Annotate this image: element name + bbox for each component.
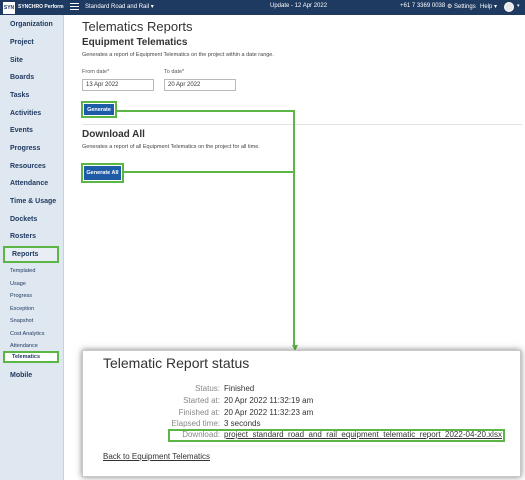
- status-value: Finished: [224, 384, 255, 393]
- update-date: Update - 12 Apr 2022: [270, 3, 328, 9]
- sidebar-item-organization[interactable]: Organization: [3, 16, 59, 33]
- callout-line-generate-all: [123, 171, 295, 173]
- started-at-label: Started at:: [183, 396, 220, 405]
- sidebar-item-project[interactable]: Project: [3, 34, 59, 51]
- equipment-telematics-heading: Equipment Telematics: [82, 37, 188, 48]
- callout-line-vertical: [293, 110, 295, 346]
- logo-text: SYNCHRO Perform: [18, 4, 64, 10]
- chevron-down-icon[interactable]: ▾: [517, 3, 520, 9]
- page-title: Telematics Reports: [82, 19, 193, 34]
- support-phone: +61 7 3369 0038: [400, 3, 446, 9]
- sidebar-item-resources[interactable]: Resources: [3, 158, 59, 175]
- generate-all-button-highlight: Generate All: [81, 163, 124, 183]
- user-avatar[interactable]: [504, 2, 514, 12]
- sidebar-item-tasks[interactable]: Tasks: [3, 87, 59, 104]
- sidebar-item-attendance[interactable]: Attendance: [3, 175, 59, 192]
- to-date-input[interactable]: 20 Apr 2022: [164, 79, 236, 91]
- elapsed-time-label: Elapsed time:: [171, 419, 220, 428]
- sidebar-item-events[interactable]: Events: [3, 122, 59, 139]
- top-bar: SYN SYNCHRO Perform Standard Road and Ra…: [0, 0, 525, 15]
- synchro-logo[interactable]: SYN SYNCHRO Perform: [3, 1, 64, 14]
- project-select[interactable]: Standard Road and Rail ▾: [85, 3, 154, 10]
- sidebar-item-site[interactable]: Site: [3, 52, 59, 69]
- sidebar-subitem-templated[interactable]: Templated: [3, 265, 59, 277]
- download-all-heading: Download All: [82, 129, 145, 140]
- sidebar-subitem-usage[interactable]: Usage: [3, 278, 59, 290]
- finished-at-value: 20 Apr 2022 11:32:23 am: [224, 408, 314, 417]
- sidebar-item-boards[interactable]: Boards: [3, 69, 59, 86]
- sidebar-subitem-progress[interactable]: Progress: [3, 290, 59, 302]
- report-status-title: Telematic Report status: [103, 355, 250, 371]
- generate-button-highlight: Generate: [81, 101, 117, 118]
- download-label: Download:: [182, 430, 220, 439]
- download-all-description: Generates a report of all Equipment Tele…: [82, 144, 260, 150]
- elapsed-time-value: 3 seconds: [224, 419, 261, 428]
- help-menu[interactable]: Help ▾: [480, 3, 497, 10]
- sidebar-item-rosters[interactable]: Rosters: [3, 228, 59, 245]
- generate-all-button[interactable]: Generate All: [84, 166, 121, 180]
- sidebar-item-progress[interactable]: Progress: [3, 140, 59, 157]
- callout-line-generate: [117, 110, 295, 112]
- sidebar: Organization Project Site Boards Tasks A…: [0, 15, 64, 480]
- sidebar-subitem-exception[interactable]: Exception: [3, 303, 59, 315]
- started-at-value: 20 Apr 2022 11:32:19 am: [224, 396, 314, 405]
- hamburger-menu-icon[interactable]: [70, 3, 79, 11]
- to-date-label: To date*: [164, 69, 185, 75]
- settings-link[interactable]: ⚙ Settings: [447, 3, 476, 10]
- from-date-input[interactable]: 13 Apr 2022: [82, 79, 154, 91]
- sidebar-subitem-snapshot[interactable]: Snapshot: [3, 315, 59, 327]
- sidebar-subitem-telematics[interactable]: Telematics: [3, 351, 59, 363]
- sidebar-item-time-usage[interactable]: Time & Usage: [3, 193, 59, 210]
- from-date-label: From date*: [82, 69, 110, 75]
- status-label: Status:: [195, 384, 220, 393]
- sidebar-item-reports[interactable]: Reports: [3, 246, 59, 263]
- section-divider: [82, 124, 522, 125]
- equipment-telematics-description: Generates a report of Equipment Telemati…: [82, 52, 274, 58]
- download-file-link[interactable]: project_standard_road_and_rail_equipment…: [224, 430, 502, 439]
- sidebar-item-activities[interactable]: Activities: [3, 105, 59, 122]
- generate-button[interactable]: Generate: [84, 104, 114, 115]
- sidebar-subitem-cost-analytics[interactable]: Cost Analytics: [3, 328, 59, 340]
- back-to-equipment-telematics-link[interactable]: Back to Equipment Telematics: [103, 452, 210, 461]
- sidebar-item-mobile[interactable]: Mobile: [3, 367, 59, 384]
- sidebar-item-dockets[interactable]: Dockets: [3, 211, 59, 228]
- logo-mark: SYN: [3, 1, 15, 14]
- finished-at-label: Finished at:: [178, 408, 220, 417]
